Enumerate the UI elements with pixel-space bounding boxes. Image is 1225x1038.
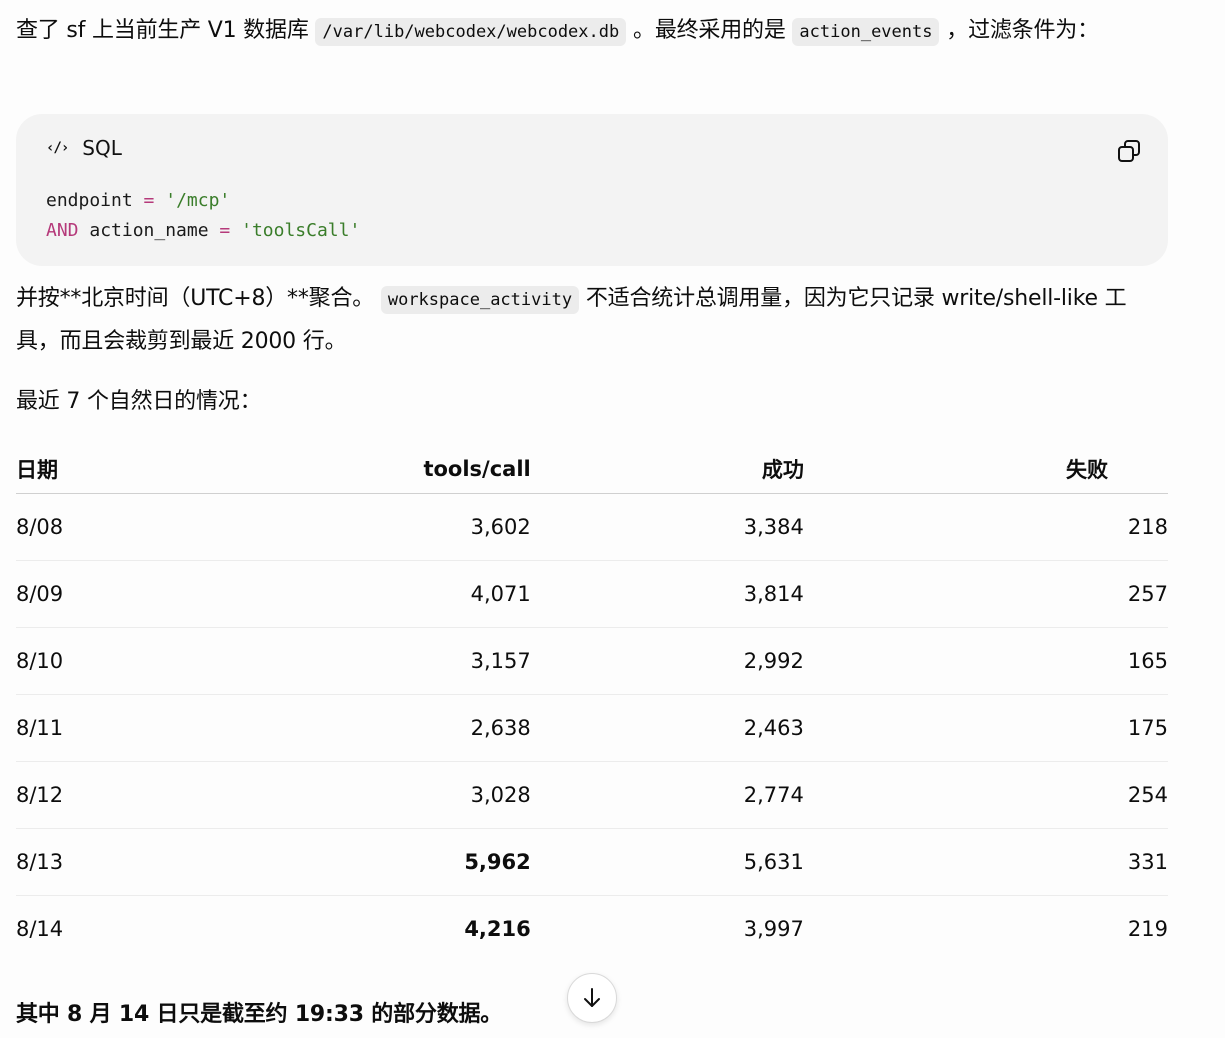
cell-tools-call: 3,602 xyxy=(187,493,531,561)
column-header-date: 日期 xyxy=(16,445,188,494)
cell-tools-call: 3,157 xyxy=(187,627,531,695)
column-header-tools-call: tools/call xyxy=(187,445,531,494)
cell-success: 3,814 xyxy=(530,560,804,628)
cell-date: 8/13 xyxy=(16,828,188,896)
stats-table: 日期 tools/call 成功 失败 8/08 3,602 3,384 218… xyxy=(16,445,1168,962)
table-row: 8/09 4,071 3,814 257 xyxy=(16,560,1168,628)
cell-success: 2,774 xyxy=(530,761,804,829)
cell-date: 8/12 xyxy=(16,761,188,829)
cell-date: 8/14 xyxy=(16,917,64,941)
inline-code-table-name: action_events xyxy=(792,18,940,46)
cell-failure: 219 xyxy=(1127,917,1168,941)
intro-text: 查了 sf 上当前生产 V1 数据库 xyxy=(16,18,316,43)
cell-date: 8/11 xyxy=(16,694,188,762)
cell-failure: 165 xyxy=(803,627,1168,695)
table-row: 8/13 5,962 5,631 331 xyxy=(16,828,1168,896)
column-header-success: 成功 xyxy=(530,445,804,494)
cell-tools-call: 2,638 xyxy=(187,694,531,762)
table-row: 8/12 3,028 2,774 254 xyxy=(16,761,1168,829)
table-row: 8/10 3,157 2,992 165 xyxy=(16,627,1168,695)
inline-code-db-path: /var/lib/webcodex/webcodex.db xyxy=(315,18,627,46)
intro-text: ，过滤条件为： xyxy=(939,18,1099,43)
table-row: 8/08 3,602 3,384 218 xyxy=(16,493,1168,561)
copy-icon xyxy=(1118,140,1140,162)
cell-success: 2,463 xyxy=(530,694,804,762)
cell-success: 3,384 xyxy=(530,493,804,561)
column-header-failure: 失败 xyxy=(803,445,1168,494)
cell-failure: 175 xyxy=(803,694,1168,762)
arrow-down-icon xyxy=(584,988,600,1007)
cell-date: 8/10 xyxy=(16,627,188,695)
code-line: endpoint = '/mcp' xyxy=(46,190,231,211)
sql-code: endpoint = '/mcp' AND action_name = 'too… xyxy=(46,186,360,246)
code-language-label: SQL xyxy=(82,136,122,160)
cell-failure: 254 xyxy=(803,761,1168,829)
cell-success: 2,992 xyxy=(530,627,804,695)
table-row: 8/11 2,638 2,463 175 xyxy=(16,694,1168,762)
cell-tools-call: 5,962 xyxy=(187,828,531,896)
cell-failure: 331 xyxy=(803,828,1168,896)
cell-success: 3,997 xyxy=(743,917,804,941)
table-header-row: 日期 tools/call 成功 失败 xyxy=(16,445,1168,494)
note-text: 并按**北京时间（UTC+8）**聚合。 xyxy=(16,286,375,311)
cell-failure: 257 xyxy=(803,560,1168,628)
table-row: 8/14 4,216 3,997 219 xyxy=(16,896,1168,963)
cell-tools-call: 4,071 xyxy=(187,560,531,628)
cell-tools-call: 4,216 xyxy=(464,917,531,941)
cell-success: 5,631 xyxy=(530,828,804,896)
footnote: 其中 8 月 14 日只是截至约 19:33 的部分数据。 xyxy=(16,1002,503,1027)
cell-date: 8/08 xyxy=(16,493,188,561)
note-paragraph: 并按**北京时间（UTC+8）**聚合。 workspace_activity … xyxy=(16,278,1166,362)
summary-lead: 最近 7 个自然日的情况： xyxy=(16,389,262,414)
inline-code-table-name: workspace_activity xyxy=(380,286,580,314)
cell-failure: 218 xyxy=(803,493,1168,561)
code-block: ‹/› SQL endpoint = '/mcp' AND action_nam… xyxy=(16,114,1168,266)
cell-date: 8/09 xyxy=(16,560,188,628)
intro-text: 。最终采用的是 xyxy=(626,18,793,43)
code-icon: ‹/› xyxy=(46,140,69,156)
intro-paragraph: 查了 sf 上当前生产 V1 数据库 /var/lib/webcodex/web… xyxy=(16,10,1166,53)
code-block-header: ‹/› SQL xyxy=(46,136,122,160)
cell-tools-call: 3,028 xyxy=(187,761,531,829)
copy-code-button[interactable] xyxy=(1112,134,1146,168)
scroll-to-bottom-button[interactable] xyxy=(567,973,617,1023)
code-line: AND action_name = 'toolsCall' xyxy=(46,220,361,241)
